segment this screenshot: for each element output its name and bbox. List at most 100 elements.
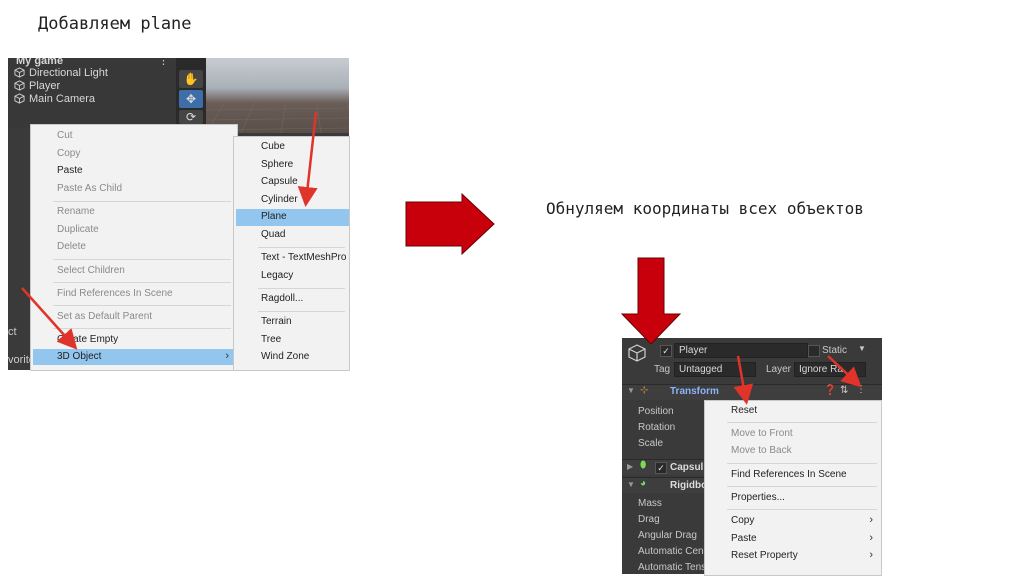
menu-item-reset[interactable]: Reset — [731, 403, 757, 419]
menu-separator — [727, 486, 877, 487]
submenu-item-quad[interactable]: Quad — [261, 227, 285, 243]
rigidbody-field-angular-drag: Angular Drag — [638, 530, 697, 541]
hierarchy-context-menu: Cut Copy Paste Paste As Child Rename Dup… — [30, 124, 238, 371]
rigidbody-field-mass: Mass — [638, 498, 662, 509]
transform-axis-icon: ⊹ — [640, 385, 649, 396]
menu-item-3d-object-label: 3D Object — [57, 351, 102, 362]
menu-separator — [53, 259, 231, 260]
menu-item-rename[interactable]: Rename — [57, 204, 95, 220]
scene-toolbar: ✋ ✥ ⟳ — [176, 58, 206, 128]
rigidbody-field-automatic-center: Automatic Cen — [638, 546, 704, 557]
hierarchy-item-label: Directional Light — [29, 66, 108, 79]
menu-separator — [258, 288, 345, 289]
static-label: Static — [822, 345, 848, 356]
hierarchy-item-player[interactable]: Player — [14, 79, 60, 92]
submenu-item-terrain[interactable]: Terrain — [261, 314, 292, 330]
menu-item-copy[interactable]: Copy — [57, 146, 80, 162]
menu-separator — [53, 201, 231, 202]
chevron-right-icon: › — [869, 532, 873, 544]
submenu-item-legacy[interactable]: Legacy — [261, 268, 293, 284]
transform-field-position: Position — [638, 406, 674, 417]
cube-icon — [14, 80, 25, 91]
menu-item-copy[interactable]: Copy — [731, 513, 754, 529]
help-icon[interactable]: ❓ — [824, 385, 836, 396]
preset-icon[interactable]: ⇅ — [840, 385, 848, 396]
menu-item-move-to-front[interactable]: Move to Front — [731, 426, 793, 442]
submenu-item-sphere[interactable]: Sphere — [261, 157, 293, 173]
submenu-item-tree[interactable]: Tree — [261, 332, 281, 348]
object-name-field[interactable]: Player — [674, 343, 808, 358]
chevron-right-icon: › — [225, 350, 229, 362]
transform-title: Transform — [670, 386, 719, 397]
menu-separator — [727, 422, 877, 423]
submenu-item-wind-zone[interactable]: Wind Zone — [261, 349, 309, 365]
layer-dropdown[interactable]: Ignore Ra — [794, 362, 866, 377]
static-dropdown-icon[interactable]: ▼ — [858, 344, 866, 353]
layer-label: Layer — [766, 364, 792, 375]
cube-icon — [14, 67, 25, 78]
big-arrow-down — [620, 257, 682, 345]
submenu-item-textmeshpro[interactable]: Text - TextMeshPro — [261, 250, 346, 266]
transform-field-rotation: Rotation — [638, 422, 676, 433]
heading-add-plane: Добавляем plane — [38, 14, 192, 34]
menu-item-delete[interactable]: Delete — [57, 239, 86, 255]
hierarchy-item-directional-light[interactable]: Directional Light — [14, 66, 108, 79]
menu-separator — [258, 311, 345, 312]
menu-item-paste-as-child[interactable]: Paste As Child — [57, 181, 122, 197]
foldout-arrow-icon[interactable]: ▼ — [627, 386, 635, 395]
rigidbody-field-drag: Drag — [638, 514, 660, 525]
hierarchy-item-main-camera[interactable]: Main Camera — [14, 92, 95, 105]
static-checkbox[interactable] — [808, 345, 820, 357]
tag-label: Tag — [654, 364, 671, 375]
active-checkbox[interactable]: ✓ — [660, 345, 672, 357]
submenu-item-capsule[interactable]: Capsule — [261, 174, 298, 190]
hand-tool-icon[interactable]: ✋ — [179, 70, 203, 88]
menu-item-paste[interactable]: Paste — [57, 163, 83, 179]
big-arrow-right — [405, 192, 495, 256]
submenu-item-plane-label: Plane — [261, 211, 287, 222]
submenu-3d-object: Cube Sphere Capsule Cylinder Plane Quad … — [233, 136, 350, 371]
transform-field-scale: Scale — [638, 438, 664, 449]
scene-view[interactable] — [206, 58, 349, 133]
menu-separator — [727, 509, 877, 510]
menu-item-move-to-back[interactable]: Move to Back — [731, 443, 792, 459]
menu-item-paste[interactable]: Paste — [731, 531, 757, 547]
menu-item-properties[interactable]: Properties... — [731, 490, 785, 506]
rotate-tool-icon[interactable]: ⟳ — [179, 110, 203, 124]
rigidbody-title: Rigidbo — [670, 480, 708, 491]
submenu-item-plane[interactable] — [236, 209, 349, 226]
hierarchy-menu-icon[interactable]: ⋮ — [158, 58, 169, 67]
foldout-arrow-icon[interactable]: ▼ — [627, 480, 635, 489]
gameobject-cube-icon — [628, 344, 646, 362]
submenu-item-cylinder[interactable]: Cylinder — [261, 192, 298, 208]
menu-item-reset-property[interactable]: Reset Property — [731, 548, 798, 564]
menu-item-cut[interactable]: Cut — [57, 128, 73, 144]
menu-item-select-children[interactable]: Select Children — [57, 263, 125, 279]
component-context-menu: Reset Move to Front Move to Back Find Re… — [704, 400, 882, 576]
foldout-arrow-icon[interactable]: ▶ — [627, 462, 633, 471]
capsule-title: Capsul — [670, 462, 704, 473]
heading-reset-coordinates: Обнуляем координаты всех объектов — [546, 199, 864, 218]
menu-item-set-default-parent[interactable]: Set as Default Parent — [57, 309, 152, 325]
menu-item-create-empty[interactable]: Create Empty — [57, 332, 118, 348]
menu-separator — [53, 282, 231, 283]
component-menu-icon[interactable]: ⋮ — [856, 384, 866, 395]
menu-item-find-references[interactable]: Find References In Scene — [731, 467, 847, 483]
scene-grid — [206, 99, 349, 133]
submenu-item-cube[interactable]: Cube — [261, 139, 285, 155]
capsule-enabled-checkbox[interactable]: ✓ — [655, 462, 667, 474]
menu-separator — [53, 305, 231, 306]
menu-item-duplicate[interactable]: Duplicate — [57, 222, 99, 238]
tag-dropdown[interactable]: Untagged — [674, 362, 756, 377]
hierarchy-item-label: Player — [29, 79, 61, 92]
rigidbody-icon: ◕ — [640, 478, 647, 489]
submenu-item-ragdoll[interactable]: Ragdoll... — [261, 291, 303, 307]
cut-label-project: ct — [8, 326, 17, 338]
hierarchy-item-label: Main Camera — [29, 92, 96, 105]
move-tool-icon[interactable]: ✥ — [179, 90, 203, 108]
chevron-right-icon: › — [869, 514, 873, 526]
menu-separator — [53, 328, 231, 329]
cube-icon — [14, 93, 25, 104]
menu-separator — [727, 463, 877, 464]
menu-item-find-references[interactable]: Find References In Scene — [57, 286, 173, 302]
